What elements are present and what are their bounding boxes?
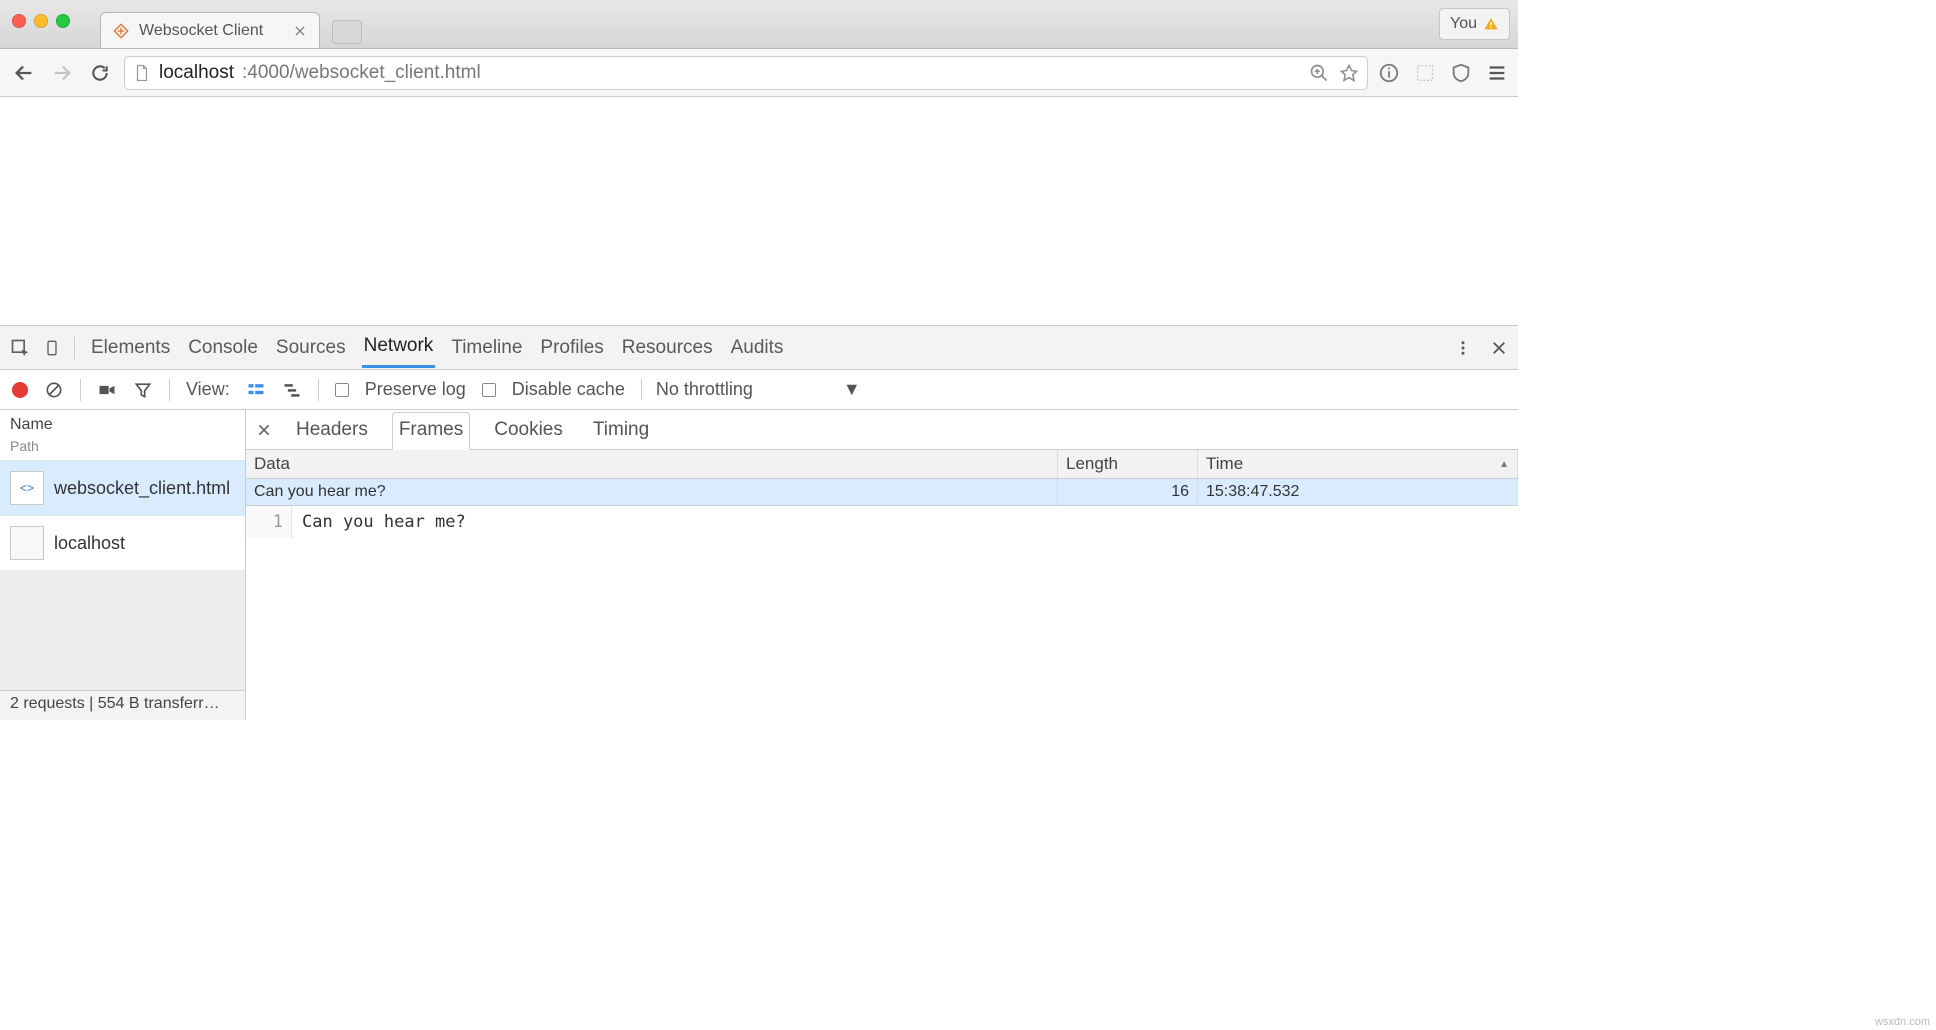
close-devtools-icon[interactable]: [1490, 339, 1508, 357]
devtools-tab-audits[interactable]: Audits: [729, 329, 786, 367]
sort-asc-icon: ▲: [1499, 459, 1509, 470]
new-tab-button[interactable]: [332, 20, 362, 44]
file-icon: [133, 64, 151, 82]
devtools-tabbar: Elements Console Sources Network Timelin…: [0, 326, 1518, 370]
tab-close-icon[interactable]: [293, 24, 307, 38]
request-row[interactable]: <> websocket_client.html: [0, 461, 245, 516]
address-bar[interactable]: localhost :4000/websocket_client.html: [124, 56, 1368, 90]
window-controls: [12, 14, 70, 28]
devtools-tab-profiles[interactable]: Profiles: [538, 329, 605, 367]
detail-tab-frames[interactable]: Frames: [392, 412, 470, 450]
warning-icon: [1483, 16, 1499, 32]
frames-table-header: Data Length Time▲: [246, 450, 1518, 479]
preserve-log-label: Preserve log: [365, 379, 466, 400]
devtools-tab-elements[interactable]: Elements: [89, 329, 172, 367]
url-path: :4000/websocket_client.html: [242, 62, 481, 84]
omnibox-right: [1309, 63, 1359, 83]
col-data-header[interactable]: Data: [246, 450, 1058, 478]
preserve-log-checkbox[interactable]: [335, 383, 349, 397]
frame-data: Can you hear me?: [246, 479, 1058, 505]
waterfall-view-icon[interactable]: [282, 380, 302, 400]
url-host: localhost: [159, 62, 234, 84]
disable-cache-label: Disable cache: [512, 379, 625, 400]
frame-content-view: 1 Can you hear me?: [246, 506, 1518, 538]
frame-length: 16: [1058, 479, 1198, 505]
line-number: 1: [246, 506, 292, 538]
filter-icon[interactable]: [133, 380, 153, 400]
requests-empty-area: [0, 571, 245, 690]
devtools-tab-timeline[interactable]: Timeline: [449, 329, 524, 367]
requests-path-header: Path: [0, 438, 245, 461]
browser-toolbar: localhost :4000/websocket_client.html: [0, 49, 1518, 97]
tab-strip: Websocket Client: [100, 0, 362, 48]
file-blank-icon: [10, 526, 44, 560]
detail-tab-cookies[interactable]: Cookies: [488, 413, 569, 449]
profile-button[interactable]: You: [1439, 8, 1510, 40]
view-label: View:: [186, 379, 230, 400]
devtools-right-icons: [1454, 339, 1508, 357]
devtools-tab-network[interactable]: Network: [362, 327, 436, 368]
request-name: localhost: [54, 533, 125, 554]
network-toolbar: View: Preserve log Disable cache No thro…: [0, 370, 1518, 410]
forward-button[interactable]: [48, 59, 76, 87]
browser-tab[interactable]: Websocket Client: [100, 12, 320, 48]
favicon-icon: [113, 23, 129, 39]
separator: [169, 379, 170, 401]
devtools-panel: Elements Console Sources Network Timelin…: [0, 325, 1518, 720]
detail-tab-headers[interactable]: Headers: [290, 413, 374, 449]
request-row[interactable]: localhost: [0, 516, 245, 571]
kebab-icon[interactable]: [1454, 339, 1472, 357]
bookmark-star-icon[interactable]: [1339, 63, 1359, 83]
devtools-left-icons: [10, 337, 75, 359]
separator: [80, 379, 81, 401]
requests-name-header: Name: [0, 410, 245, 438]
profile-label: You: [1450, 15, 1477, 33]
large-view-icon[interactable]: [246, 380, 266, 400]
extension-icons: [1378, 62, 1508, 84]
devtools-tab-console[interactable]: Console: [186, 329, 260, 367]
watermark: wsxdn.com: [1875, 1016, 1930, 1028]
shield-icon[interactable]: [1450, 62, 1472, 84]
network-status-bar: 2 requests | 554 B transferr…: [0, 690, 245, 720]
record-button[interactable]: [12, 382, 28, 398]
detail-tabbar: Headers Frames Cookies Timing: [246, 410, 1518, 450]
frames-table-row[interactable]: Can you hear me? 16 15:38:47.532: [246, 479, 1518, 505]
col-length-header[interactable]: Length: [1058, 450, 1198, 478]
request-name: websocket_client.html: [54, 478, 230, 499]
extension-icon[interactable]: [1414, 62, 1436, 84]
frames-table: Data Length Time▲ Can you hear me? 16 15…: [246, 450, 1518, 506]
close-window-button[interactable]: [12, 14, 26, 28]
throttling-select[interactable]: No throttling ▼: [641, 379, 861, 400]
clear-icon[interactable]: [44, 380, 64, 400]
page-content: [0, 97, 1518, 325]
reload-button[interactable]: [86, 59, 114, 87]
separator: [318, 379, 319, 401]
devtools-tab-resources[interactable]: Resources: [620, 329, 715, 367]
menu-icon[interactable]: [1486, 62, 1508, 84]
devtools-tab-sources[interactable]: Sources: [274, 329, 348, 367]
camera-icon[interactable]: [97, 380, 117, 400]
line-content: Can you hear me?: [292, 506, 476, 538]
zoom-icon[interactable]: [1309, 63, 1329, 83]
window-titlebar: Websocket Client You: [0, 0, 1518, 49]
minimize-window-button[interactable]: [34, 14, 48, 28]
separator: [74, 337, 75, 359]
request-detail-panel: Headers Frames Cookies Timing Data Lengt…: [246, 410, 1518, 720]
file-html-icon: <>: [10, 471, 44, 505]
tab-title: Websocket Client: [139, 22, 263, 40]
inspect-icon[interactable]: [10, 338, 30, 358]
throttling-value: No throttling: [656, 379, 753, 400]
close-detail-icon[interactable]: [256, 422, 272, 438]
detail-tab-timing[interactable]: Timing: [587, 413, 655, 449]
network-body: Name Path <> websocket_client.html local…: [0, 410, 1518, 720]
col-time-header[interactable]: Time▲: [1198, 450, 1518, 478]
frame-time: 15:38:47.532: [1198, 479, 1518, 505]
disable-cache-checkbox[interactable]: [482, 383, 496, 397]
info-icon[interactable]: [1378, 62, 1400, 84]
device-icon[interactable]: [44, 337, 60, 359]
requests-panel: Name Path <> websocket_client.html local…: [0, 410, 246, 720]
back-button[interactable]: [10, 59, 38, 87]
maximize-window-button[interactable]: [56, 14, 70, 28]
